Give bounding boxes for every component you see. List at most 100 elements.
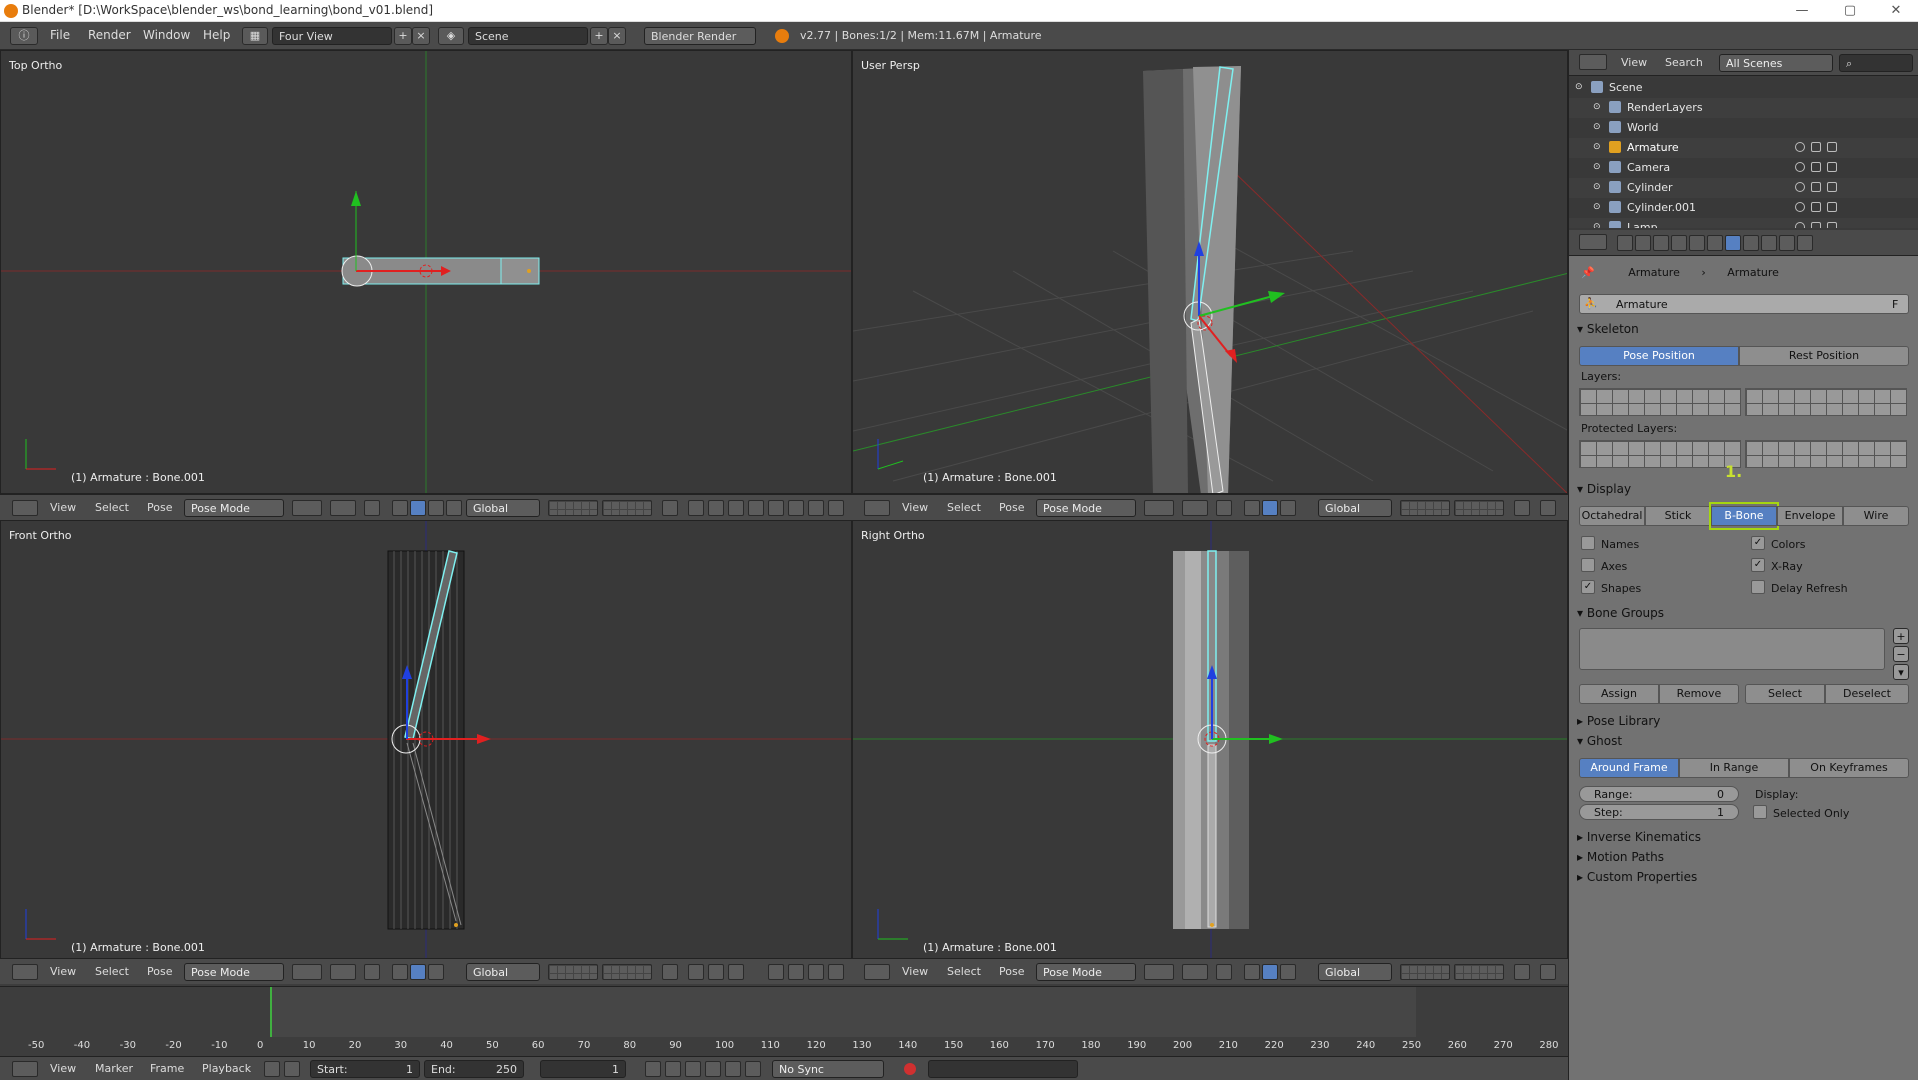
menu-select[interactable]: Select xyxy=(947,501,981,514)
menu-pose[interactable]: Pose xyxy=(147,501,172,514)
layers-grid-left[interactable] xyxy=(1579,388,1741,416)
use-preview-range-icon[interactable] xyxy=(264,1061,280,1077)
translate-manipulator[interactable] xyxy=(1244,500,1260,516)
render-tab-icon[interactable] xyxy=(1617,235,1633,251)
paste-flipped-pose-icon[interactable] xyxy=(808,964,824,980)
interaction-mode-dropdown[interactable]: Pose Mode xyxy=(184,499,284,517)
end-frame-field[interactable]: End: 250 xyxy=(424,1060,524,1078)
renderable-camera-icon[interactable] xyxy=(1827,142,1837,152)
lock-layers-icon[interactable] xyxy=(662,500,678,516)
lock-layers-icon[interactable] xyxy=(662,964,678,980)
expand-toggle-icon[interactable]: ⊙ xyxy=(1593,142,1601,152)
viewport-shading-dropdown[interactable] xyxy=(1144,500,1174,516)
render-engine-dropdown[interactable]: Blender Render xyxy=(644,27,756,45)
bone-tab-icon[interactable] xyxy=(1743,235,1759,251)
ghost-around-frame-button[interactable]: Around Frame xyxy=(1579,758,1679,778)
renderable-camera-icon[interactable] xyxy=(1827,202,1837,212)
record-icon[interactable] xyxy=(904,1063,916,1075)
custom-properties-panel-header[interactable]: ▸ Custom Properties xyxy=(1577,870,1697,890)
manipulator-toggle[interactable] xyxy=(364,500,380,516)
texture-tab-icon[interactable] xyxy=(1779,235,1795,251)
add-scene-icon[interactable]: + xyxy=(590,27,608,45)
display-mode-dropdown[interactable]: All Scenes xyxy=(1719,54,1833,72)
menu-view[interactable]: View xyxy=(902,965,928,978)
selectable-cursor-icon[interactable] xyxy=(1811,202,1821,212)
deselect-button[interactable]: Deselect xyxy=(1825,684,1909,704)
expand-toggle-icon[interactable]: ⊙ xyxy=(1593,182,1601,192)
menu-view[interactable]: View xyxy=(50,501,76,514)
bone-groups-list[interactable] xyxy=(1579,628,1885,670)
translate-manipulator[interactable] xyxy=(392,500,408,516)
remove-bone-group-icon[interactable]: − xyxy=(1893,646,1909,662)
render-preview-icon[interactable] xyxy=(828,964,844,980)
viewport-shading-dropdown[interactable] xyxy=(292,500,322,516)
skeleton-panel-header[interactable]: ▾ Skeleton xyxy=(1577,322,1639,342)
outliner-row[interactable]: ⊙ World xyxy=(1569,118,1918,138)
jump-keyframe-back-icon[interactable] xyxy=(665,1061,681,1077)
visibility-eye-icon[interactable] xyxy=(1795,142,1805,152)
lock-layers-icon[interactable] xyxy=(1514,964,1530,980)
ghost-on-keyframes-button[interactable]: On Keyframes xyxy=(1789,758,1909,778)
menu-view[interactable]: View xyxy=(1621,56,1647,69)
translate-manipulator[interactable] xyxy=(1244,964,1260,980)
outliner-row[interactable]: ⊙ Lamp xyxy=(1569,218,1918,228)
delay-refresh-checkbox[interactable] xyxy=(1751,580,1765,594)
proportional-edit-icon[interactable] xyxy=(728,964,744,980)
outliner-row[interactable]: ⊙ Cylinder.001 xyxy=(1569,198,1918,218)
menu-pose[interactable]: Pose xyxy=(999,501,1024,514)
pose-position-button[interactable]: Pose Position xyxy=(1579,346,1739,366)
layer-grid-1[interactable] xyxy=(548,500,598,516)
menu-help[interactable]: Help xyxy=(203,28,230,42)
screen-layout-field[interactable]: Four View xyxy=(272,27,392,45)
visibility-eye-icon[interactable] xyxy=(1795,222,1805,228)
viewport-front-ortho[interactable]: Front Ortho (1) Armature : Bone.001 xyxy=(0,520,852,964)
selected-only-checkbox[interactable] xyxy=(1753,805,1767,819)
remove-scene-icon[interactable]: × xyxy=(608,27,626,45)
colors-checkbox[interactable]: ✓ xyxy=(1751,536,1765,550)
screen-layout-icon[interactable]: ▦ xyxy=(242,27,268,45)
jump-start-icon[interactable] xyxy=(645,1061,661,1077)
close-button[interactable]: ✕ xyxy=(1874,0,1918,22)
editor-type-icon[interactable] xyxy=(12,964,38,980)
minimize-button[interactable]: — xyxy=(1780,0,1824,22)
snap-element-icon[interactable] xyxy=(708,964,724,980)
copy-pose-icon[interactable] xyxy=(768,964,784,980)
scene-icon[interactable]: ◈ xyxy=(438,27,464,45)
editor-type-icon[interactable]: ⓘ xyxy=(10,27,38,45)
lock-layers-icon[interactable] xyxy=(1514,500,1530,516)
play-icon[interactable] xyxy=(705,1061,721,1077)
menu-frame[interactable]: Frame xyxy=(150,1062,184,1075)
display-panel-header[interactable]: ▾ Display xyxy=(1577,482,1631,502)
editor-type-icon[interactable] xyxy=(12,500,38,516)
current-frame-field[interactable]: 1 xyxy=(540,1060,626,1078)
scene-field[interactable]: Scene xyxy=(468,27,588,45)
timeline-editor[interactable]: -50 -40 -30 -20 -10 0 10 20 30 40 50 60 70 80 90 100 110… xyxy=(0,986,1568,1056)
snap-icon[interactable] xyxy=(1540,964,1556,980)
constraints-tab-icon[interactable] xyxy=(1707,235,1723,251)
add-layout-icon[interactable]: + xyxy=(394,27,412,45)
snap-element-icon[interactable] xyxy=(708,500,724,516)
layer-grid-2[interactable] xyxy=(1454,500,1504,516)
bone-group-specials-icon[interactable]: ▾ xyxy=(1893,664,1909,680)
remove-button[interactable]: Remove xyxy=(1659,684,1739,704)
layer-grid-2[interactable] xyxy=(1454,964,1504,980)
pin-icon[interactable]: 📌 xyxy=(1581,266,1595,279)
interaction-mode-dropdown[interactable]: Pose Mode xyxy=(184,963,284,981)
scale-manipulator[interactable] xyxy=(428,964,444,980)
assign-button[interactable]: Assign xyxy=(1579,684,1659,704)
object-tab-icon[interactable] xyxy=(1689,235,1705,251)
visibility-eye-icon[interactable] xyxy=(1795,202,1805,212)
menu-render[interactable]: Render xyxy=(88,28,131,42)
keying-set-field[interactable] xyxy=(928,1060,1078,1078)
jump-end-icon[interactable] xyxy=(745,1061,761,1077)
expand-toggle-icon[interactable]: ⊙ xyxy=(1593,162,1601,172)
armature-datablock-field[interactable]: ⛹ Armature F xyxy=(1579,294,1909,314)
transform-orientation-dropdown[interactable]: Global xyxy=(466,963,540,981)
viewport-top-ortho[interactable]: Top Ortho (1) Armature : Bone.001 xyxy=(0,50,852,494)
rotate-manipulator[interactable] xyxy=(1262,500,1278,516)
world-tab-icon[interactable] xyxy=(1671,235,1687,251)
viewport-right-ortho[interactable]: Right Ortho (1) Armature : Bone.001 xyxy=(852,520,1568,964)
names-checkbox[interactable] xyxy=(1581,536,1595,550)
copy-pose-icon[interactable] xyxy=(768,500,784,516)
rotate-manipulator[interactable] xyxy=(1262,964,1278,980)
